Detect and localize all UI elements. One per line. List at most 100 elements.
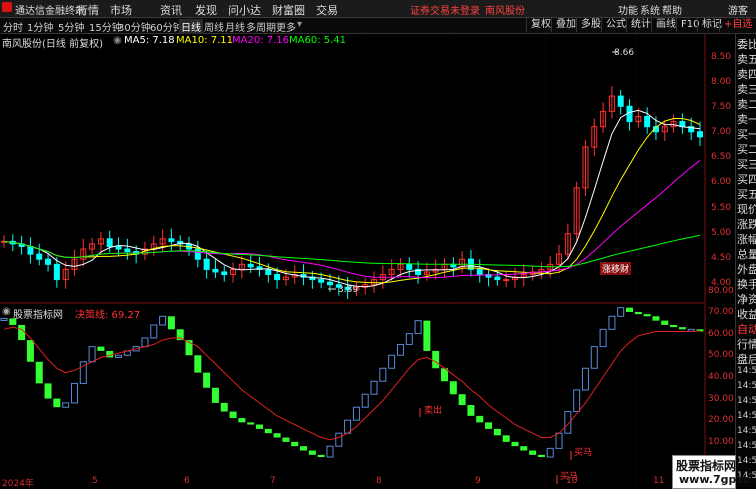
x-tick: 9 [475,476,481,486]
indicator-down-block [291,441,299,447]
side-panel-item: 卖四 [737,68,756,81]
side-panel-item: 卖五 [737,53,756,66]
indicator-up-block [370,380,378,395]
y-tick: 6.00 [711,177,732,187]
candle-body [36,253,43,260]
indicator-down-block [643,314,651,317]
side-panel-item: 涨幅 [737,233,756,246]
ind-y-tick: 50.00 [708,350,734,360]
indicator-down-block [300,446,308,451]
indicator-down-block [238,418,246,423]
grid-lines [89,34,637,487]
indicator-down-block [476,415,484,423]
side-panel-item: 收益 [737,308,756,321]
y-tick: 7.00 [711,127,732,137]
side-panel-item: 委比 [737,38,756,51]
side-panel-item: 14:50 [737,366,756,376]
ind-y-tick: 60.00 [708,329,734,339]
indicator-down-block [458,394,466,406]
candle-body [644,115,651,128]
x-tick: 11 [653,476,665,486]
indicator-down-block [502,435,510,442]
side-panel-item: 买五 [737,188,756,201]
watermark-logo: 股票指标网 www.7gpzb.com [672,455,756,489]
x-tick: 7 [270,476,276,486]
y-tick: 4.50 [711,253,732,263]
indicator-up-block [590,346,598,369]
indicator-up-block [115,354,123,358]
indicator-down-block [282,437,290,442]
candle-body [697,131,703,138]
indicator-down-block [449,381,457,395]
watermark-url: www.7gpzb.com [679,473,756,486]
side-panel-item: 14:50 [737,381,756,391]
chip-badge[interactable]: 涨移财 [600,262,632,275]
side-panel-item: 14:50 [737,396,756,406]
candle-body [617,95,624,107]
side-panel-item: 卖一 [737,113,756,126]
candle-body [106,238,113,247]
side-panel-item: 总量 [737,248,756,261]
indicator-down-block [652,316,660,321]
side-panel-item: 外盘 [737,263,756,276]
y-tick: 6.50 [711,152,732,162]
indicator-down-block [670,324,678,328]
indicator-down-block [273,433,281,438]
indicator-down-block [229,411,237,419]
indicator-down-block [634,311,642,315]
chart-canvas: 8.66 3.89 卖出 买马 买马 [0,34,706,487]
indicator-up-block [141,337,149,348]
indicator-down-block [18,324,26,341]
indicator-up-block [414,320,422,335]
side-panel-item: 14:50 [737,456,756,466]
indicator-down-block [529,450,537,455]
side-panel-item: 卖三 [737,83,756,96]
side-panel-item: 换手 [737,278,756,291]
candle-body [124,248,131,253]
indicator-down-block [203,372,211,388]
candle-body [45,258,52,265]
decision-line [3,326,701,441]
signal-label: 卖出 [424,404,442,416]
indicator-down-block [485,422,493,429]
indicator-down-block [520,446,528,451]
y-tick: 8.50 [711,52,732,62]
candle-body [115,245,122,250]
y-tick: 7.50 [711,102,732,112]
indicator-up-block [361,393,369,408]
indicator-up-block [396,343,404,356]
indicator-down-block [194,355,202,373]
indicator-up-block [546,447,554,458]
side-panel-item: 行情 [737,338,756,351]
indicator-blocks [0,307,704,458]
ind-y-tick: 30.00 [708,394,734,404]
x-tick: 8 [376,476,382,486]
high-annotation: 8.66 [614,48,634,58]
indicator-down-block [308,450,316,455]
indicator-up-block [599,328,607,348]
candle-body [318,279,325,283]
side-panel-item: 买二 [737,143,756,156]
indicator-up-block [159,315,167,326]
indicator-up-block [573,389,581,413]
indicator-down-block [661,320,669,325]
indicator-down-block [493,428,501,436]
indicator-up-block [581,367,589,391]
watermark-title: 股票指标网 [676,459,737,473]
ind-y-tick: 70.00 [708,307,734,317]
candles [1,85,703,299]
indicator-down-block [423,320,431,351]
y-tick: 5.50 [711,203,732,213]
indicator-up-block [0,317,8,321]
side-panel-item: 自动 [737,323,756,336]
candle-body [265,268,272,276]
indicator-down-block [35,361,43,384]
candle-body [494,276,501,281]
x-tick: 2024年 [2,479,34,489]
ind-y-tick: 40.00 [708,372,734,382]
low-annotation: 3.89 [338,285,358,295]
quote-side-panel: 委比卖五卖四卖三卖二卖一买一买二买三买四买五现价涨跌涨幅总量外盘换手净资收益自动… [735,34,756,487]
decision-line-path [3,326,701,441]
ind-y-tick: 80.00 [708,286,734,296]
side-panel-item: 买四 [737,173,756,186]
